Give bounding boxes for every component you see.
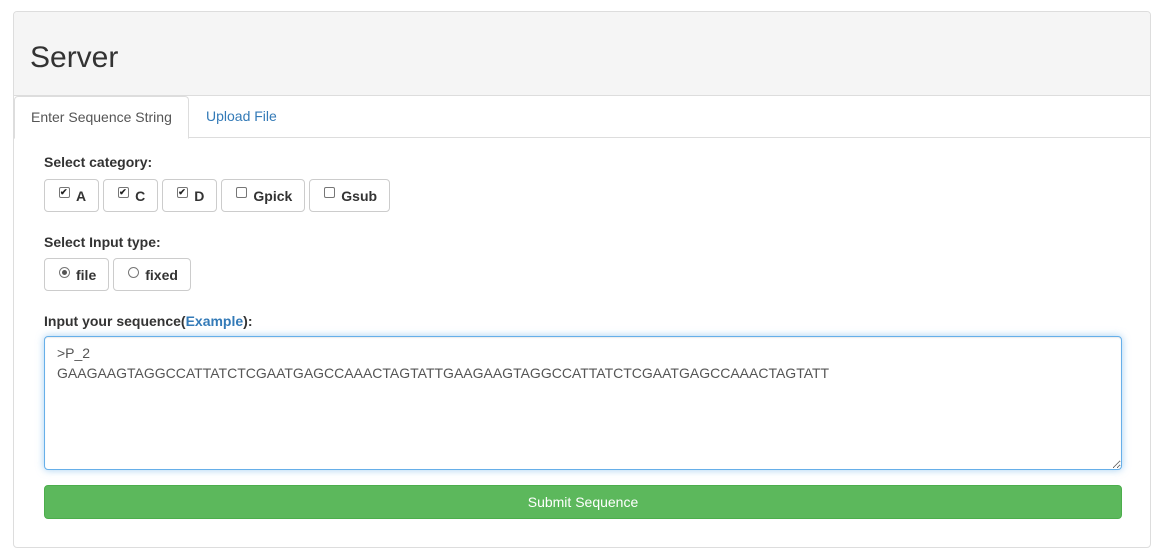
radio-unselected-icon[interactable] — [128, 267, 140, 278]
tab-bar: Enter Sequence String Upload File — [14, 96, 1150, 139]
example-link[interactable]: Example — [186, 313, 244, 329]
checkbox-checked-icon[interactable] — [177, 187, 189, 198]
category-label: Select category: — [44, 154, 153, 170]
input-type-label: Select Input type: — [44, 234, 161, 250]
checkbox-unchecked-icon[interactable] — [236, 187, 248, 198]
submit-sequence-button[interactable]: Submit Sequence — [44, 485, 1122, 519]
input-type-option-fixed[interactable]: fixed — [113, 258, 191, 291]
category-option-label: Gsub — [341, 187, 378, 204]
sequence-textarea[interactable] — [44, 336, 1122, 470]
category-checkbox-group: A C D Gpick Gsub — [44, 179, 391, 212]
panel-heading: Server — [14, 12, 1150, 96]
server-panel: Server Enter Sequence String Upload File… — [13, 11, 1151, 548]
input-type-radio-group: file fixed — [44, 258, 191, 291]
category-option-a[interactable]: A — [44, 179, 100, 212]
checkbox-unchecked-icon[interactable] — [324, 187, 336, 198]
tab-upload-file[interactable]: Upload File — [190, 96, 293, 138]
sequence-label: Input your sequence(Example): — [44, 313, 253, 329]
sequence-label-suffix: ): — [243, 313, 253, 329]
sequence-label-prefix: Input your sequence( — [44, 313, 186, 329]
checkbox-checked-icon[interactable] — [118, 187, 130, 198]
checkbox-checked-icon[interactable] — [59, 187, 70, 198]
category-option-label: C — [135, 187, 146, 204]
category-option-label: D — [194, 187, 205, 204]
input-type-option-label: file — [76, 266, 97, 283]
radio-selected-icon[interactable] — [59, 267, 70, 278]
category-option-c[interactable]: C — [103, 179, 159, 212]
tab-enter-sequence-string[interactable]: Enter Sequence String — [14, 96, 189, 139]
input-type-option-label: fixed — [145, 266, 178, 283]
category-option-label: Gpick — [253, 187, 293, 204]
input-type-option-file[interactable]: file — [44, 258, 110, 291]
category-option-label: A — [76, 187, 87, 204]
category-option-gpick[interactable]: Gpick — [221, 179, 306, 212]
category-option-gsub[interactable]: Gsub — [309, 179, 391, 212]
category-option-d[interactable]: D — [162, 179, 218, 212]
page-title: Server — [30, 41, 119, 74]
